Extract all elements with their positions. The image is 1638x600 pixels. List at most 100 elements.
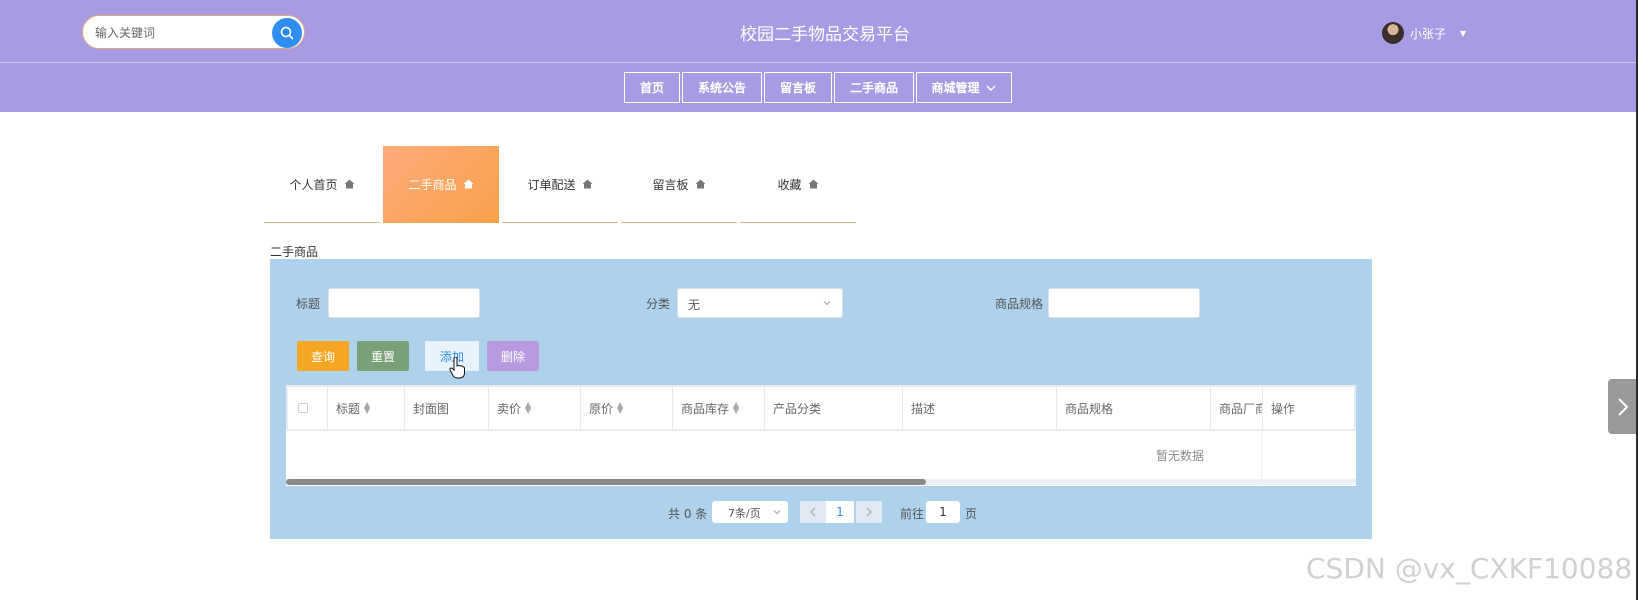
column-header: 产品分类: [765, 387, 903, 429]
page: 校园二手物品交易平台 小张子 ▼ 首页 系统公告 留言板 二手商品 商城管理: [0, 0, 1638, 600]
search-input[interactable]: [95, 24, 255, 42]
tab-message-board[interactable]: 留言板: [621, 146, 737, 223]
column-title: 封面图: [413, 401, 450, 416]
column-header: 描述: [903, 387, 1057, 429]
side-panel-toggle[interactable]: [1608, 379, 1638, 434]
chevron-down-icon: [986, 85, 995, 91]
search-icon: [280, 26, 294, 40]
category-value: 无: [688, 298, 701, 312]
column-header: 操作: [1263, 387, 1354, 429]
user-name: 小张子: [1410, 26, 1447, 41]
column-title: 商品库存: [681, 401, 730, 416]
delete-button[interactable]: 删除: [487, 341, 539, 371]
column-title: 原价: [589, 401, 614, 416]
main-nav: 首页 系统公告 留言板 二手商品 商城管理: [624, 72, 1014, 103]
nav-item-second-hand[interactable]: 二手商品: [834, 72, 914, 103]
title-label: 标题: [296, 297, 321, 311]
column-header[interactable]: 卖价 ▲ ▼: [489, 387, 581, 429]
watermark: CSDN @vx_CXKF10088: [1306, 552, 1633, 585]
sort-icon: ▲ ▼: [364, 400, 371, 415]
house-icon: [808, 179, 818, 189]
tab-label: 二手商品: [408, 177, 457, 192]
title-input[interactable]: [328, 288, 480, 318]
reset-button[interactable]: 重置: [357, 341, 409, 371]
house-icon: [463, 179, 473, 189]
sort-icon: ▲ ▼: [617, 400, 624, 415]
avatar: [1382, 22, 1404, 44]
sort-icon: ▲ ▼: [733, 400, 740, 415]
column-title: 商品规格: [1065, 401, 1114, 416]
column-title: 产品分类: [773, 401, 822, 416]
nav-item-announcement[interactable]: 系统公告: [682, 72, 762, 103]
table-header: 标题 ▲ ▼ 封面图 卖价 ▲ ▼ 原价 ▲ ▼ 商品库存 ▲ ▼ 产品分类 描…: [286, 385, 1356, 431]
spec-label: 商品规格: [995, 297, 1044, 311]
hand-cursor-icon: [449, 357, 465, 379]
tab-favorites[interactable]: 收藏: [740, 146, 856, 223]
column-header[interactable]: 标题 ▲ ▼: [328, 387, 405, 429]
product-panel: 标题 分类 无 商品规格 查询 重置 添加 删除 标题 ▲ ▼ 封面图 卖价 ▲…: [270, 259, 1372, 539]
tab-home[interactable]: 个人首页: [264, 146, 380, 223]
house-icon: [695, 179, 705, 189]
user-menu[interactable]: 小张子 ▼: [1382, 21, 1466, 45]
tab-label: 个人首页: [289, 177, 338, 192]
tab-label: 留言板: [652, 177, 689, 192]
site-title: 校园二手物品交易平台: [740, 25, 910, 45]
column-header: 商品厂商: [1211, 387, 1263, 429]
sort-icon: ▲ ▼: [525, 400, 532, 415]
nav-item-home[interactable]: 首页: [624, 72, 680, 103]
category-select[interactable]: 无: [677, 288, 843, 318]
column-title: 操作: [1271, 401, 1296, 416]
total-count: 共 0 条: [668, 507, 708, 521]
chevron-right-icon: [866, 507, 872, 517]
category-label: 分类: [646, 297, 671, 311]
tab-second-hand[interactable]: 二手商品: [383, 146, 499, 223]
page-size-value: 7条/页: [728, 507, 761, 520]
spec-input[interactable]: [1048, 288, 1200, 318]
nav-item-label: 二手商品: [849, 81, 898, 95]
reset-button-label: 重置: [370, 349, 395, 364]
empty-state: 暂无数据: [1156, 449, 1205, 463]
column-header: 封面图: [405, 387, 489, 429]
fixed-column-divider: [1261, 431, 1262, 486]
product-table: 标题 ▲ ▼ 封面图 卖价 ▲ ▼ 原价 ▲ ▼ 商品库存 ▲ ▼ 产品分类 描…: [286, 385, 1356, 486]
nav-item-mall-admin[interactable]: 商城管理: [916, 72, 1012, 103]
column-title: 标题: [336, 401, 361, 416]
column-title: 卖价: [497, 401, 522, 416]
page-number[interactable]: 1: [826, 501, 854, 523]
goto-page-input[interactable]: 1: [926, 501, 960, 523]
prev-page-button[interactable]: [800, 501, 826, 523]
profile-tabs: 个人首页 二手商品 订单配送 留言板 收藏: [264, 146, 859, 223]
tab-label: 订单配送: [527, 177, 576, 192]
tab-orders[interactable]: 订单配送: [502, 146, 618, 223]
column-title: 描述: [911, 401, 936, 416]
search-box: [82, 15, 305, 49]
header: 校园二手物品交易平台 小张子 ▼ 首页 系统公告 留言板 二手商品 商城管理: [0, 0, 1636, 112]
column-title: 商品厂商: [1219, 401, 1263, 416]
search-button[interactable]: [272, 18, 302, 48]
tab-label: 收藏: [777, 177, 802, 192]
page-size-select[interactable]: 7条/页: [712, 501, 788, 523]
column-header: 商品规格: [1057, 387, 1211, 429]
chevron-down-icon: [773, 510, 781, 515]
pagination: 共 0 条 7条/页 1 前往 1 页: [270, 501, 1372, 523]
select-all-checkbox[interactable]: [298, 403, 308, 413]
nav-item-label: 商城管理: [931, 81, 980, 95]
query-button[interactable]: 查询: [297, 341, 349, 371]
column-header[interactable]: 原价 ▲ ▼: [581, 387, 673, 429]
nav-item-message-board[interactable]: 留言板: [764, 72, 832, 103]
nav-item-label: 系统公告: [697, 81, 746, 95]
chevron-down-icon: [823, 301, 831, 306]
section-title: 二手商品: [270, 245, 319, 259]
nav-item-label: 首页: [639, 81, 664, 95]
next-page-button[interactable]: [856, 501, 882, 523]
page-suffix: 页: [965, 507, 978, 521]
caret-down-icon: ▼: [1460, 28, 1467, 38]
chevron-right-icon: [1618, 397, 1629, 416]
column-header[interactable]: 商品库存 ▲ ▼: [673, 387, 765, 429]
chevron-left-icon: [810, 507, 816, 517]
header-divider: [0, 62, 1636, 63]
query-button-label: 查询: [310, 349, 335, 364]
select-all-cell: [288, 387, 328, 429]
delete-button-label: 删除: [500, 349, 525, 364]
horizontal-scrollbar[interactable]: [286, 479, 926, 485]
